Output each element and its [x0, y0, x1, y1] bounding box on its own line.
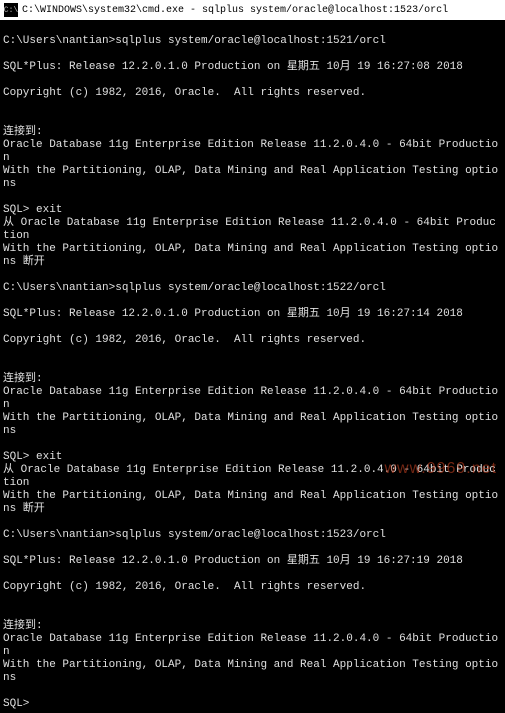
terminal-line: With the Partitioning, OLAP, Data Mining… [3, 490, 502, 516]
terminal-line: 连接到: [3, 620, 502, 633]
terminal-line: With the Partitioning, OLAP, Data Mining… [3, 165, 502, 191]
terminal-line [3, 347, 502, 360]
terminal-line [3, 594, 502, 607]
terminal-line [3, 22, 502, 35]
terminal-line: SQL> exit [3, 204, 502, 217]
cmd-icon: C:\ [4, 3, 18, 17]
terminal-line: Oracle Database 11g Enterprise Edition R… [3, 386, 502, 412]
window-titlebar[interactable]: C:\ C:\WINDOWS\system32\cmd.exe - sqlplu… [0, 0, 505, 20]
terminal-line [3, 48, 502, 61]
terminal-line: With the Partitioning, OLAP, Data Mining… [3, 659, 502, 685]
terminal-line: 连接到: [3, 126, 502, 139]
terminal-line [3, 295, 502, 308]
terminal-line [3, 685, 502, 698]
terminal-line: SQL> [3, 698, 502, 711]
terminal-line: With the Partitioning, OLAP, Data Mining… [3, 412, 502, 438]
terminal-line [3, 516, 502, 529]
terminal-line: SQL*Plus: Release 12.2.0.1.0 Production … [3, 555, 502, 568]
terminal-line: Copyright (c) 1982, 2016, Oracle. All ri… [3, 581, 502, 594]
terminal-line [3, 191, 502, 204]
terminal-line: Copyright (c) 1982, 2016, Oracle. All ri… [3, 87, 502, 100]
terminal-line [3, 269, 502, 282]
terminal-line: Oracle Database 11g Enterprise Edition R… [3, 633, 502, 659]
terminal-line [3, 321, 502, 334]
terminal-line [3, 113, 502, 126]
terminal-line: SQL*Plus: Release 12.2.0.1.0 Production … [3, 308, 502, 321]
terminal-line: With the Partitioning, OLAP, Data Mining… [3, 243, 502, 269]
terminal-line [3, 542, 502, 555]
terminal-line [3, 360, 502, 373]
terminal-line [3, 607, 502, 620]
terminal-line [3, 568, 502, 581]
window-title: C:\WINDOWS\system32\cmd.exe - sqlplus sy… [22, 5, 448, 16]
terminal-line: Oracle Database 11g Enterprise Edition R… [3, 139, 502, 165]
terminal-line: SQL*Plus: Release 12.2.0.1.0 Production … [3, 61, 502, 74]
terminal-line [3, 74, 502, 87]
terminal-line: 连接到: [3, 373, 502, 386]
terminal-line: C:\Users\nantian>sqlplus system/oracle@l… [3, 282, 502, 295]
terminal-line: Copyright (c) 1982, 2016, Oracle. All ri… [3, 334, 502, 347]
terminal-line: 从 Oracle Database 11g Enterprise Edition… [3, 217, 502, 243]
watermark: www.9969.net [384, 460, 497, 478]
terminal-line [3, 438, 502, 451]
terminal-line: C:\Users\nantian>sqlplus system/oracle@l… [3, 529, 502, 542]
terminal-line: C:\Users\nantian>sqlplus system/oracle@l… [3, 35, 502, 48]
terminal-output[interactable]: C:\Users\nantian>sqlplus system/oracle@l… [0, 20, 505, 713]
terminal-line [3, 100, 502, 113]
